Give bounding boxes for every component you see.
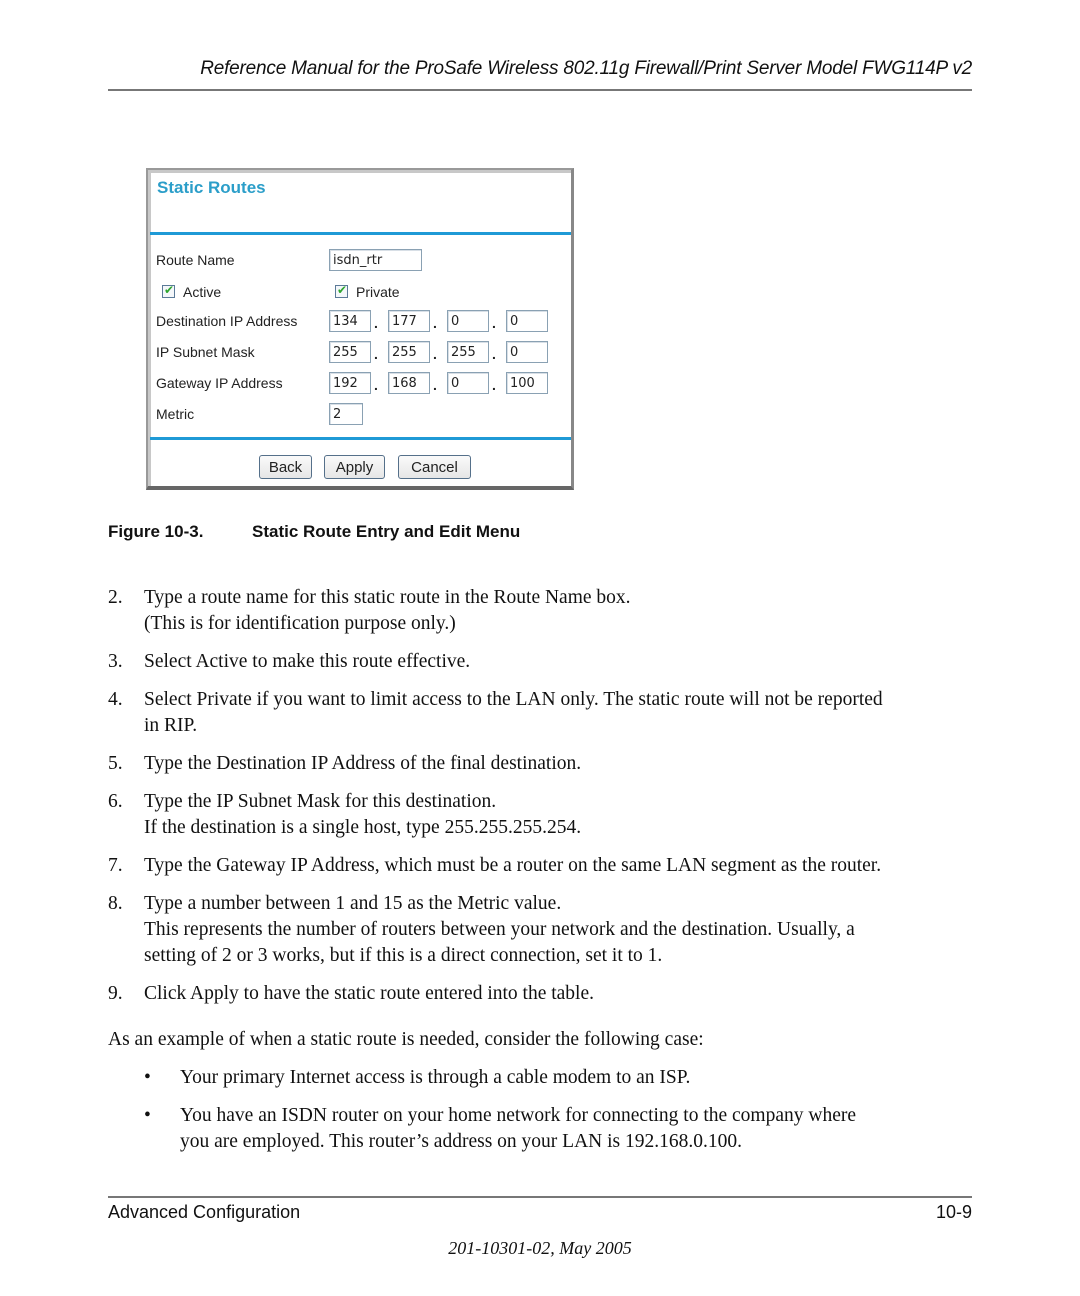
checkmark-icon: ✔ — [164, 283, 175, 297]
ip-separator: . — [492, 377, 496, 393]
footer-section: Advanced Configuration — [108, 1202, 301, 1222]
step-number: 6. — [108, 791, 123, 812]
ip-separator: . — [492, 346, 496, 362]
bullet-text: Your primary Internet access is through … — [180, 1067, 691, 1088]
subnet-mask-octet-3[interactable]: 255 — [447, 341, 489, 363]
destination-ip-octet-4[interactable]: 0 — [506, 310, 548, 332]
gateway-ip-octet-3[interactable]: 0 — [447, 372, 489, 394]
step-text: If the destination is a single host, typ… — [144, 817, 582, 838]
ip-separator: . — [492, 315, 496, 331]
step-text: Type a route name for this static route … — [144, 587, 631, 608]
step-text: in RIP. — [144, 715, 198, 736]
step-text: Select Active to make this route effecti… — [144, 651, 471, 672]
ip-separator: . — [374, 315, 378, 331]
step-number: 2. — [108, 587, 123, 608]
bottom-divider — [150, 437, 571, 440]
step-number: 3. — [108, 651, 123, 672]
panel-title: Static Routes — [157, 178, 266, 197]
gateway-ip-octet-1[interactable]: 192 — [329, 372, 371, 394]
metric-input[interactable]: 2 — [329, 403, 363, 425]
step-text: setting of 2 or 3 works, but if this is … — [144, 945, 663, 966]
top-divider — [150, 232, 571, 235]
figure-caption: Figure 10-3. Static Route Entry and Edit … — [108, 522, 520, 542]
step-text: This represents the number of routers be… — [144, 919, 855, 940]
step-number: 8. — [108, 893, 123, 914]
route-name-input[interactable]: isdn_rtr — [329, 249, 422, 271]
checkmark-icon: ✔ — [337, 283, 348, 297]
bullet-icon: • — [144, 1067, 151, 1088]
subnet-mask-octet-1[interactable]: 255 — [329, 341, 371, 363]
step-number: 4. — [108, 689, 123, 710]
ip-separator: . — [433, 315, 437, 331]
step-number: 5. — [108, 753, 123, 774]
step-number: 9. — [108, 983, 123, 1004]
destination-ip-octet-3[interactable]: 0 — [447, 310, 489, 332]
step-text: Select Private if you want to limit acce… — [144, 689, 883, 710]
subnet-mask-label: IP Subnet Mask — [156, 344, 255, 360]
active-checkbox[interactable]: ✔ — [162, 283, 175, 298]
step-text: Type the IP Subnet Mask for this destina… — [144, 791, 497, 812]
step-text: Click Apply to have the static route ent… — [144, 983, 594, 1004]
private-checkbox[interactable]: ✔ — [335, 283, 348, 298]
apply-button[interactable]: Apply — [324, 455, 385, 479]
ip-separator: . — [433, 346, 437, 362]
private-label: Private — [356, 284, 400, 300]
step-text: Type the Gateway IP Address, which must … — [144, 855, 882, 876]
active-label: Active — [183, 284, 222, 300]
gateway-ip-octet-4[interactable]: 100 — [506, 372, 548, 394]
ip-separator: . — [374, 377, 378, 393]
destination-ip-octet-2[interactable]: 177 — [388, 310, 430, 332]
ip-separator: . — [374, 346, 378, 362]
gateway-ip-octet-2[interactable]: 168 — [388, 372, 430, 394]
bullet-icon: • — [144, 1105, 151, 1126]
route-name-label: Route Name — [156, 252, 235, 268]
step-number: 7. — [108, 855, 123, 876]
bullet-text: you are employed. This router’s address … — [180, 1131, 742, 1152]
gateway-ip-label: Gateway IP Address — [156, 375, 283, 391]
document-id: 201-10301-02, May 2005 — [448, 1238, 632, 1258]
bullet-text: You have an ISDN router on your home net… — [180, 1105, 857, 1126]
ip-separator: . — [433, 377, 437, 393]
step-text: Type the Destination IP Address of the f… — [144, 753, 582, 774]
back-button[interactable]: Back — [259, 455, 312, 479]
destination-ip-label: Destination IP Address — [156, 313, 298, 329]
static-routes-screenshot: Static Routes Route Name isdn_rtr ✔ Acti… — [146, 168, 574, 490]
running-header: Reference Manual for the ProSafe Wireles… — [200, 58, 972, 79]
example-intro: As an example of when a static route is … — [108, 1029, 704, 1050]
step-text: Type a number between 1 and 15 as the Me… — [144, 893, 562, 914]
footer-rule — [108, 1196, 972, 1198]
figure-title: Static Route Entry and Edit Menu — [252, 522, 521, 541]
header-rule — [108, 89, 972, 91]
subnet-mask-octet-4[interactable]: 0 — [506, 341, 548, 363]
subnet-mask-octet-2[interactable]: 255 — [388, 341, 430, 363]
step-text: (This is for identification purpose only… — [144, 613, 456, 634]
destination-ip-octet-1[interactable]: 134 — [329, 310, 371, 332]
metric-label: Metric — [156, 406, 195, 422]
figure-number: Figure 10-3. — [108, 522, 204, 541]
page-number: 10-9 — [935, 1202, 972, 1222]
cancel-button[interactable]: Cancel — [398, 455, 471, 479]
